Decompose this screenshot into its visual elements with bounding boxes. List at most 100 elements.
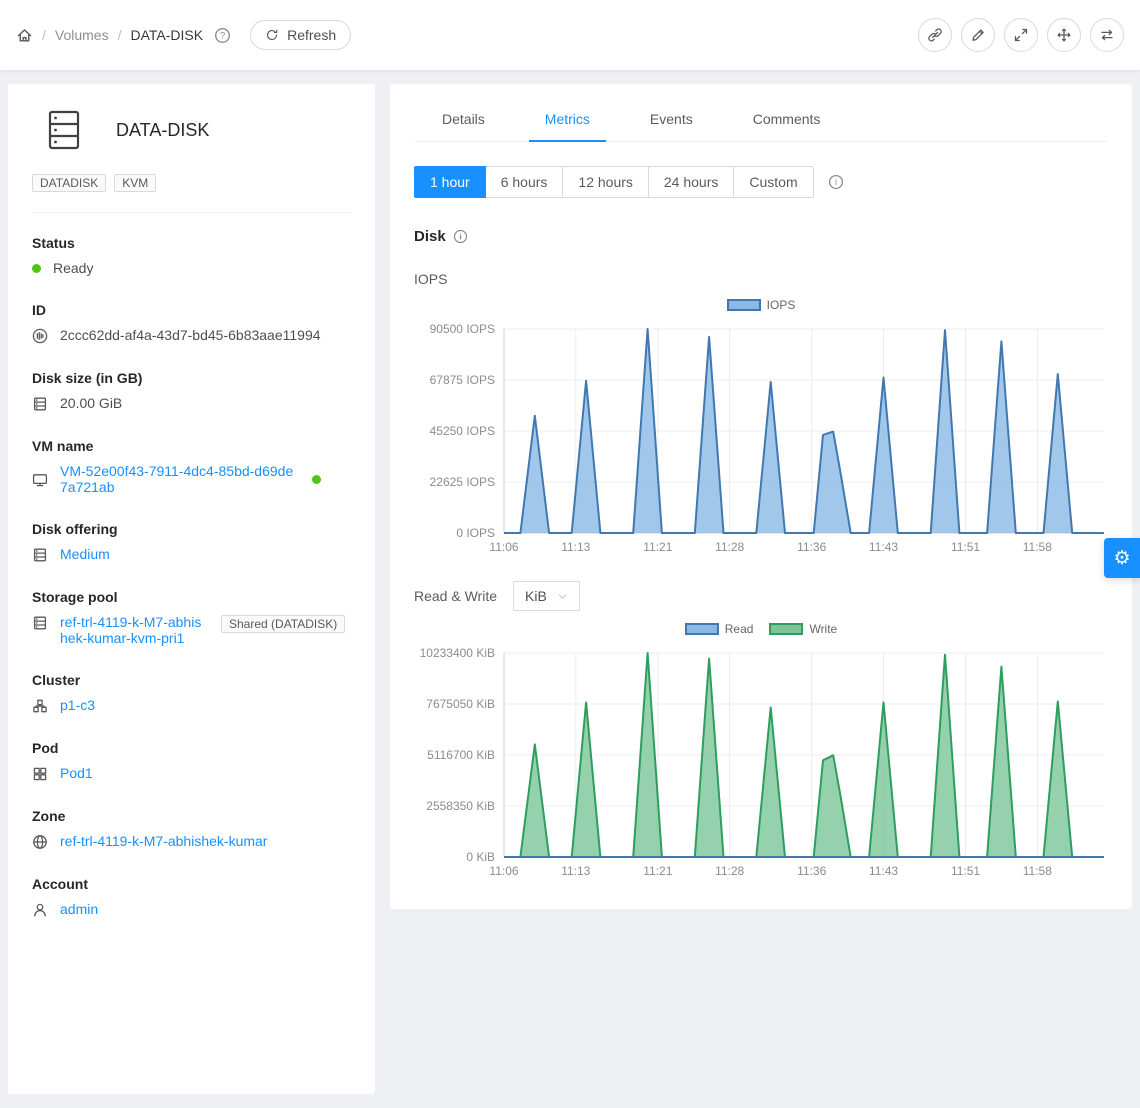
breadcrumb-volumes-link[interactable]: Volumes bbox=[55, 27, 109, 43]
legend-item[interactable]: IOPS bbox=[727, 297, 796, 313]
refresh-button[interactable]: Refresh bbox=[250, 20, 351, 50]
legend-item[interactable]: Write bbox=[769, 621, 837, 637]
cluster-field: Cluster p1-c3 bbox=[8, 672, 375, 714]
settings-drawer-button[interactable]: ⚙ bbox=[1104, 538, 1140, 578]
storage-pool-field: Storage pool ref-trl-4119-k-M7-abhishek-… bbox=[8, 589, 375, 646]
cluster-icon bbox=[32, 698, 48, 714]
tab-comments[interactable]: Comments bbox=[737, 98, 837, 141]
edit-button[interactable] bbox=[961, 18, 995, 52]
svg-text:11:28: 11:28 bbox=[715, 864, 744, 878]
disk-section-label: Disk bbox=[414, 228, 446, 245]
barcode-icon bbox=[32, 328, 48, 344]
svg-text:i: i bbox=[835, 177, 837, 187]
refresh-label: Refresh bbox=[287, 27, 336, 43]
legend-label: Write bbox=[809, 622, 837, 636]
range-12-hours[interactable]: 12 hours bbox=[563, 166, 648, 198]
user-icon bbox=[32, 902, 48, 918]
unit-select-value: KiB bbox=[525, 588, 547, 604]
vm-name-label: VM name bbox=[32, 438, 351, 454]
vm-name-field: VM name VM-52e00f43-7911-4dc4-85bd-d69de… bbox=[8, 438, 375, 495]
read-write-row: Read & Write KiB bbox=[414, 581, 1108, 611]
account-link[interactable]: admin bbox=[60, 901, 98, 917]
gear-icon: ⚙ bbox=[1113, 547, 1130, 570]
tab-details[interactable]: Details bbox=[426, 98, 501, 141]
time-range-row: 1 hour 6 hours 12 hours 24 hours Custom … bbox=[414, 166, 1108, 198]
range-24-hours[interactable]: 24 hours bbox=[649, 166, 734, 198]
svg-text:11:36: 11:36 bbox=[797, 540, 826, 554]
attach-link-button[interactable] bbox=[918, 18, 952, 52]
divider bbox=[32, 212, 351, 213]
svg-text:11:13: 11:13 bbox=[561, 540, 590, 554]
main-layout: DATA-DISK DATADISK KVM Status Ready ID 2… bbox=[0, 70, 1140, 1108]
resize-button[interactable] bbox=[1004, 18, 1038, 52]
svg-text:?: ? bbox=[220, 30, 225, 41]
iops-chart-title: IOPS bbox=[414, 271, 1108, 287]
database-icon bbox=[32, 396, 48, 412]
swap-button[interactable] bbox=[1090, 18, 1124, 52]
migrate-button[interactable] bbox=[1047, 18, 1081, 52]
svg-text:90500 IOPS: 90500 IOPS bbox=[430, 322, 495, 336]
range-custom[interactable]: Custom bbox=[734, 166, 813, 198]
resource-sidebar: DATA-DISK DATADISK KVM Status Ready ID 2… bbox=[8, 84, 375, 1094]
info-icon[interactable]: i bbox=[828, 174, 844, 190]
svg-text:11:51: 11:51 bbox=[951, 864, 980, 878]
storage-pool-scope-tag: Shared (DATADISK) bbox=[221, 615, 345, 633]
svg-text:5116700 KiB: 5116700 KiB bbox=[427, 748, 495, 762]
legend-item[interactable]: Read bbox=[685, 621, 754, 637]
disk-size-value: 20.00 GiB bbox=[60, 395, 122, 411]
details-panel: Details Metrics Events Comments 1 hour 6… bbox=[390, 84, 1132, 909]
id-label: ID bbox=[32, 302, 351, 318]
expand-icon bbox=[1013, 27, 1029, 43]
svg-text:0 KiB: 0 KiB bbox=[466, 850, 495, 864]
top-bar: / Volumes / DATA-DISK ? Refresh bbox=[0, 0, 1140, 70]
disk-offering-link[interactable]: Medium bbox=[60, 546, 110, 562]
svg-text:0 IOPS: 0 IOPS bbox=[456, 526, 495, 540]
hypervisor-tag: KVM bbox=[114, 174, 156, 192]
cluster-link[interactable]: p1-c3 bbox=[60, 697, 95, 713]
range-6-hours[interactable]: 6 hours bbox=[486, 166, 564, 198]
svg-text:11:06: 11:06 bbox=[489, 540, 518, 554]
disk-offering-field: Disk offering Medium bbox=[8, 521, 375, 563]
storage-pool-link[interactable]: ref-trl-4119-k-M7-abhishek-kumar-kvm-pri… bbox=[60, 614, 205, 646]
vm-status-dot bbox=[312, 475, 321, 484]
id-field: ID 2ccc62dd-af4a-43d7-bd45-6b83aae11994 bbox=[8, 302, 375, 344]
breadcrumb-separator: / bbox=[118, 27, 122, 43]
volume-id-value: 2ccc62dd-af4a-43d7-bd45-6b83aae11994 bbox=[60, 327, 321, 343]
status-badge: Ready bbox=[53, 260, 93, 276]
account-label: Account bbox=[32, 876, 351, 892]
pod-label: Pod bbox=[32, 740, 351, 756]
svg-text:11:13: 11:13 bbox=[561, 864, 590, 878]
svg-text:11:58: 11:58 bbox=[1023, 864, 1052, 878]
vm-name-link[interactable]: VM-52e00f43-7911-4dc4-85bd-d69de7a721ab bbox=[60, 463, 300, 495]
globe-icon bbox=[32, 834, 48, 850]
svg-text:67875 IOPS: 67875 IOPS bbox=[430, 373, 495, 387]
svg-text:11:28: 11:28 bbox=[715, 540, 744, 554]
info-icon[interactable]: i bbox=[453, 229, 468, 244]
svg-text:11:43: 11:43 bbox=[869, 540, 898, 554]
svg-text:11:43: 11:43 bbox=[869, 864, 898, 878]
help-icon[interactable]: ? bbox=[214, 27, 231, 44]
volume-icon bbox=[42, 108, 86, 152]
disk-offering-label: Disk offering bbox=[32, 521, 351, 537]
breadcrumb: / Volumes / DATA-DISK ? Refresh bbox=[16, 20, 351, 50]
pod-link[interactable]: Pod1 bbox=[60, 765, 93, 781]
type-tag: DATADISK bbox=[32, 174, 106, 192]
database-icon bbox=[32, 615, 48, 631]
zone-link[interactable]: ref-trl-4119-k-M7-abhishek-kumar bbox=[60, 833, 267, 849]
legend-swatch bbox=[685, 623, 719, 635]
tab-metrics[interactable]: Metrics bbox=[529, 98, 606, 142]
resource-header: DATA-DISK bbox=[8, 108, 375, 152]
range-1-hour[interactable]: 1 hour bbox=[414, 166, 486, 198]
unit-select[interactable]: KiB bbox=[513, 581, 580, 611]
tab-events[interactable]: Events bbox=[634, 98, 709, 141]
svg-text:11:36: 11:36 bbox=[797, 864, 826, 878]
page-title: DATA-DISK bbox=[116, 120, 209, 141]
rw-legend: Read Write bbox=[414, 621, 1108, 637]
time-range-group: 1 hour 6 hours 12 hours 24 hours Custom bbox=[414, 166, 814, 198]
grid-icon bbox=[32, 766, 48, 782]
pod-field: Pod Pod1 bbox=[8, 740, 375, 782]
svg-text:11:06: 11:06 bbox=[489, 864, 518, 878]
legend-label: IOPS bbox=[767, 298, 796, 312]
legend-swatch bbox=[727, 299, 761, 311]
home-icon[interactable] bbox=[16, 27, 33, 44]
